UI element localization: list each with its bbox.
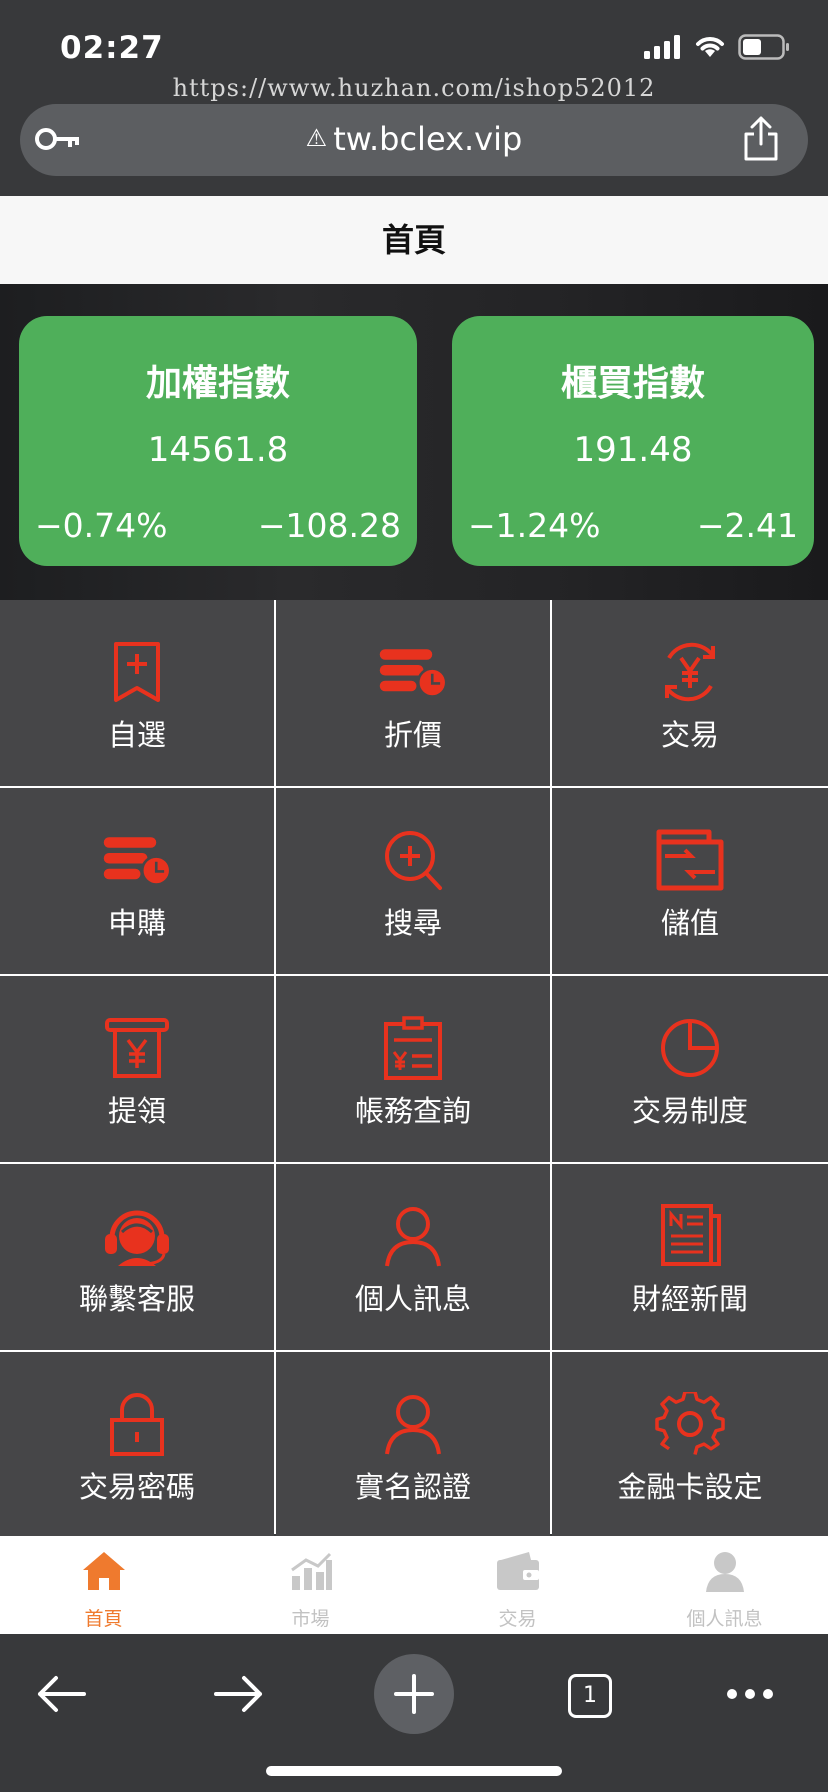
grid-item-trade[interactable]: 交易: [552, 600, 828, 786]
index-card-otc[interactable]: 櫃買指數 191.48 −1.24% −2.41: [452, 316, 814, 566]
index-change-pct: −1.24%: [468, 506, 601, 545]
url-text[interactable]: ⚠ tw.bclex.vip: [20, 120, 808, 158]
grid-item-label: 金融卡設定: [617, 1470, 763, 1504]
forward-button[interactable]: [198, 1654, 278, 1734]
cellular-signal-icon: [644, 35, 680, 59]
tab-trade[interactable]: 交易: [414, 1536, 621, 1634]
grid-item-subscribe[interactable]: 申購: [0, 788, 274, 974]
grid-item-label: 帳務查詢: [354, 1094, 471, 1128]
grid-item-label: 財經新聞: [631, 1282, 748, 1316]
function-grid: 自選 折價 交易 申購 搜尋 儲值 提領 帳務查詢 交易制度 聯繫客服 個人訊息…: [0, 600, 828, 1538]
tabs-button[interactable]: 1: [548, 1654, 628, 1734]
arrow-left-icon: [38, 1676, 86, 1712]
grid-item-label: 折價: [383, 718, 442, 752]
grid-item-label: 聯繫客服: [78, 1282, 195, 1316]
grid-item-discount[interactable]: 折價: [276, 600, 550, 786]
grid-item-label: 實名認證: [354, 1470, 471, 1504]
url-domain: tw.bclex.vip: [333, 120, 523, 158]
tab-profile[interactable]: 個人訊息: [621, 1536, 828, 1634]
grid-item-watchlist[interactable]: 自選: [0, 600, 274, 786]
atm-withdraw-icon: [105, 1018, 169, 1078]
grid-item-trade-password[interactable]: 交易密碼: [0, 1352, 274, 1538]
grid-item-real-name-verify[interactable]: 實名認證: [276, 1352, 550, 1538]
grid-item-label: 交易: [660, 718, 719, 752]
bookmark-plus-icon: [114, 642, 160, 702]
arrow-right-icon: [214, 1676, 262, 1712]
lock-icon: [110, 1393, 164, 1456]
index-value: 191.48: [573, 430, 693, 470]
page-header: 首頁: [0, 196, 828, 284]
search-plus-icon: [385, 831, 442, 890]
address-bar[interactable]: ⚠ tw.bclex.vip: [20, 104, 808, 176]
battery-icon: [738, 34, 789, 60]
discount-clock-icon: [379, 649, 448, 698]
tab-label: 首頁: [84, 1608, 123, 1630]
grid-item-finance-news[interactable]: 財經新聞: [552, 1164, 828, 1350]
warning-icon: ⚠: [305, 124, 328, 152]
tab-label: 個人訊息: [686, 1608, 763, 1630]
grid-item-deposit[interactable]: 儲值: [552, 788, 828, 974]
grid-item-label: 儲值: [660, 906, 719, 940]
index-change: −2.41: [696, 506, 798, 545]
tab-label: 交易: [498, 1608, 537, 1630]
wallet-transfer-icon: [656, 829, 724, 891]
plus-icon: [394, 1674, 434, 1714]
browser-top-chrome: 02:27 https://www.huzhan.com/ishop52012 …: [0, 0, 828, 196]
customer-service-icon: [105, 1210, 169, 1266]
grid-item-withdraw[interactable]: 提領: [0, 976, 274, 1162]
tab-label: 市場: [291, 1608, 330, 1630]
clipboard-ledger-icon: [384, 1016, 442, 1080]
user-verify-icon: [385, 1395, 441, 1455]
newspaper-icon: [661, 1204, 721, 1266]
page-title: 首頁: [381, 221, 446, 259]
home-indicator: [266, 1766, 562, 1776]
more-dots-icon: [727, 1689, 773, 1699]
index-change-pct: −0.74%: [35, 506, 168, 545]
grid-item-label: 交易制度: [631, 1094, 748, 1128]
pie-chart-icon: [661, 1019, 719, 1077]
wallet-icon: [496, 1552, 539, 1590]
grid-item-label: 交易密碼: [78, 1470, 195, 1504]
index-change: −108.28: [257, 506, 401, 545]
user-icon: [385, 1207, 441, 1267]
grid-item-label: 提領: [107, 1094, 166, 1128]
watermark-text: https://www.huzhan.com/ishop52012: [172, 74, 656, 102]
status-icons: [644, 34, 790, 60]
home-icon: [82, 1552, 125, 1590]
index-name: 櫃買指數: [560, 363, 705, 404]
grid-item-profile[interactable]: 個人訊息: [276, 1164, 550, 1350]
tab-home[interactable]: 首頁: [0, 1536, 207, 1634]
person-icon: [705, 1552, 744, 1592]
browser-toolbar: 1: [0, 1634, 828, 1792]
share-icon[interactable]: [742, 116, 780, 162]
grid-item-trading-rules[interactable]: 交易制度: [552, 976, 828, 1162]
more-button[interactable]: [710, 1654, 790, 1734]
tabs-count: 1: [568, 1674, 612, 1718]
new-tab-button[interactable]: [374, 1654, 454, 1734]
index-value: 14561.8: [147, 430, 289, 470]
bottom-tab-bar: 首頁 市場 交易 個人訊息: [0, 1536, 828, 1634]
new-tab-circle: [374, 1654, 454, 1734]
grid-item-bank-card-settings[interactable]: 金融卡設定: [552, 1352, 828, 1538]
grid-item-customer-service[interactable]: 聯繫客服: [0, 1164, 274, 1350]
grid-item-label: 個人訊息: [354, 1282, 471, 1316]
grid-item-search[interactable]: 搜尋: [276, 788, 550, 974]
gear-icon: [655, 1390, 725, 1455]
grid-item-account-query[interactable]: 帳務查詢: [276, 976, 550, 1162]
index-hero: 加權指數 14561.8 −0.74% −108.28 櫃買指數 191.48 …: [0, 284, 828, 600]
bar-chart-icon: [290, 1552, 332, 1590]
wifi-icon: [696, 37, 724, 57]
status-time: 02:27: [60, 30, 164, 66]
tab-market[interactable]: 市場: [207, 1536, 414, 1634]
grid-item-label: 搜尋: [383, 906, 442, 940]
yen-cycle-icon: [665, 642, 715, 702]
subscribe-clock-icon: [103, 837, 172, 886]
index-name: 加權指數: [145, 363, 290, 404]
index-card-taiex[interactable]: 加權指數 14561.8 −0.74% −108.28: [19, 316, 417, 566]
grid-item-label: 申購: [107, 906, 166, 940]
back-button[interactable]: [22, 1654, 102, 1734]
grid-item-label: 自選: [107, 718, 166, 752]
